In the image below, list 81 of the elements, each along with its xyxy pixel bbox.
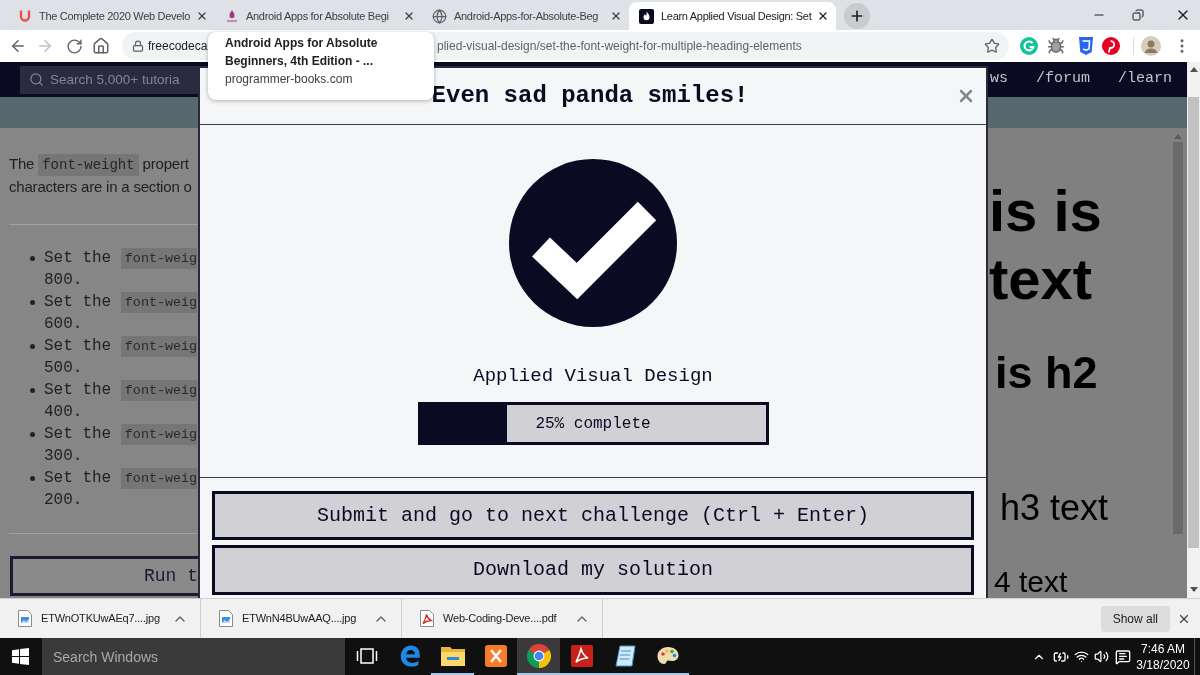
- task-text: Set the font-weig 200.: [44, 467, 198, 511]
- download-button[interactable]: Download my solution: [212, 545, 974, 595]
- task-text: Set the font-weig 500.: [44, 335, 198, 379]
- nav-link[interactable]: /learn: [1118, 68, 1172, 91]
- nav-link[interactable]: /forum: [1035, 68, 1090, 91]
- download-item[interactable]: ETWnOTKUwAEq7....jpg: [0, 599, 160, 638]
- clock-time: 7:46 AM: [1141, 640, 1185, 657]
- scroll-down-icon[interactable]: [1189, 587, 1198, 592]
- browser-tab[interactable]: Learn Applied Visual Design: Set: [629, 2, 836, 30]
- flame-logo-icon: [639, 8, 654, 24]
- check-circle-icon: [509, 159, 677, 327]
- browser-tab[interactable]: Android Apps for Absolute Begi: [215, 2, 422, 30]
- preview-heading: text: [989, 245, 1094, 313]
- image-file-icon: [219, 610, 233, 627]
- folder-icon: [440, 645, 465, 666]
- back-icon[interactable]: [9, 37, 27, 55]
- pdf-file-icon: [420, 610, 434, 627]
- close-icon[interactable]: [196, 10, 208, 22]
- scrollbar-thumb[interactable]: [1188, 97, 1199, 548]
- home-icon[interactable]: [92, 37, 110, 55]
- avatar-icon[interactable]: [1141, 36, 1161, 56]
- bullet-icon: [30, 432, 35, 437]
- modal-title: Even sad panda smiles!: [431, 81, 749, 111]
- bug-icon[interactable]: [1047, 37, 1065, 55]
- close-icon[interactable]: [610, 10, 622, 22]
- task-text: Set the font-weig 800.: [44, 247, 198, 291]
- browser-logo-icon: [526, 643, 551, 668]
- task-text: Set the font-weig 300.: [44, 423, 198, 467]
- logo-icon: [225, 9, 239, 23]
- bullet-icon: [30, 476, 35, 481]
- close-icon[interactable]: [817, 10, 829, 22]
- download-item[interactable]: ETWnN4BUwAAQ....jpg: [201, 599, 357, 638]
- logo-icon: [18, 9, 32, 23]
- e-logo-icon: [398, 644, 421, 667]
- submit-button[interactable]: Submit and go to next challenge (Ctrl + Enter): [212, 491, 974, 540]
- globe-icon: [432, 8, 447, 24]
- start-icon[interactable]: [12, 648, 29, 665]
- shield-extension-icon[interactable]: [1078, 37, 1094, 55]
- image-file-icon: [18, 610, 32, 627]
- close-icon[interactable]: [403, 10, 415, 22]
- notification-icon[interactable]: [1115, 648, 1131, 665]
- pdf-logo-icon: [570, 644, 593, 667]
- show-all-button[interactable]: Show all: [1100, 605, 1170, 632]
- task-view-icon: [355, 646, 378, 665]
- bullet-icon: [30, 388, 35, 393]
- bookmark-star-icon[interactable]: [984, 38, 1000, 54]
- search-field[interactable]: Search Windows: [42, 638, 345, 675]
- lock-icon: [132, 40, 144, 52]
- wifi-icon[interactable]: [1074, 649, 1089, 664]
- preview-heading: is is: [989, 177, 1103, 245]
- bullet-icon: [30, 344, 35, 349]
- progress-label: 25% complete: [535, 413, 651, 435]
- search-field[interactable]: Search 5,000+ tutoria: [20, 65, 198, 94]
- browser-tab[interactable]: The Complete 2020 Web Develo: [8, 2, 215, 30]
- reload-icon[interactable]: [66, 37, 83, 55]
- scroll-up-icon[interactable]: [1189, 67, 1198, 72]
- task-text: Set the font-weig 400.: [44, 379, 198, 423]
- browser-tab[interactable]: Android-Apps-for-Absolute-Beg: [422, 2, 629, 30]
- nav-link[interactable]: ws: [989, 68, 1008, 91]
- tooltip-url: programmer-books.com: [225, 71, 354, 88]
- download-item[interactable]: Web-Coding-Deve....pdf: [402, 599, 557, 638]
- plus-icon: [849, 8, 865, 24]
- task-text: Set the font-weig 600.: [44, 291, 198, 335]
- bullet-icon: [30, 300, 35, 305]
- course-title: Applied Visual Design: [473, 364, 713, 389]
- clock-date: 3/18/2020: [1136, 656, 1190, 673]
- app-logo-icon: [484, 644, 507, 667]
- preview-heading: h3 text: [1000, 487, 1110, 529]
- volume-icon[interactable]: [1094, 649, 1109, 664]
- restore-icon[interactable]: [1132, 9, 1144, 21]
- taskbar-app[interactable]: [517, 638, 560, 675]
- palette-icon: [655, 644, 680, 667]
- preview-heading: 4 text: [994, 566, 1069, 598]
- search-icon: [29, 72, 44, 87]
- pin-extension-icon[interactable]: [1102, 37, 1120, 55]
- lesson-paragraph: The font-weight propert characters are in a section o: [9, 153, 193, 197]
- bullet-icon: [30, 256, 35, 261]
- preview-heading: is h2: [995, 347, 1099, 399]
- run-button[interactable]: Run t: [10, 556, 198, 596]
- new-tab-button[interactable]: [844, 3, 870, 29]
- notepad-icon: [613, 644, 636, 667]
